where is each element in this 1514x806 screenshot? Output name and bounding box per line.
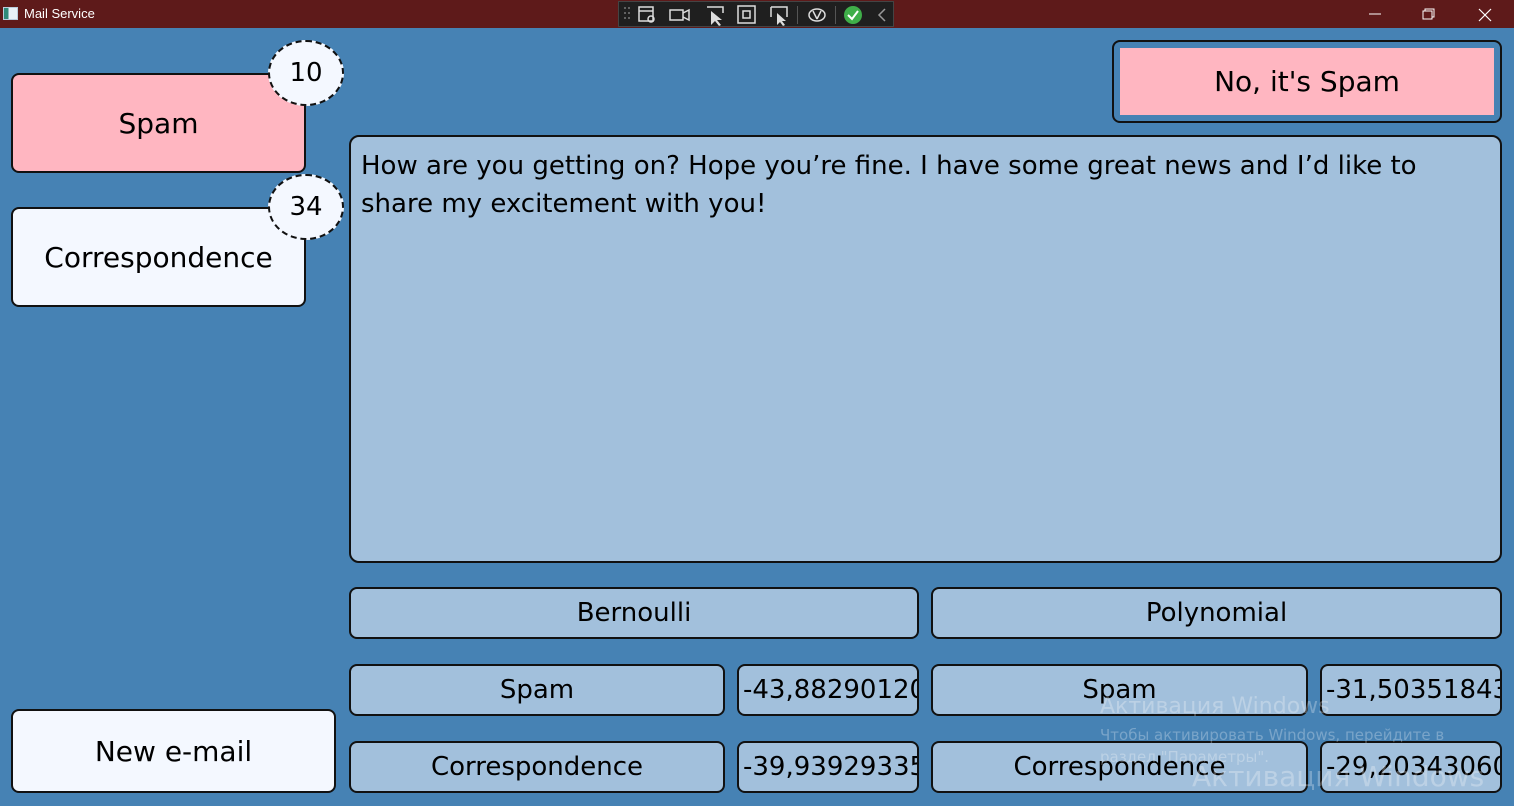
title-bar: Mail Service [0, 0, 1514, 28]
activation-watermark-title: Активация Windows [1100, 694, 1330, 719]
bernoulli-correspondence-score-cell: -39,93929335 [737, 741, 919, 793]
window-title: Mail Service [24, 6, 95, 21]
new-email-label: New e-mail [94, 734, 253, 768]
message-text: How are you getting on? Hope you’re fine… [361, 151, 1417, 219]
message-body[interactable]: How are you getting on? Hope you’re fine… [349, 135, 1502, 563]
app-icon [3, 7, 18, 20]
collapse-chevron-icon[interactable] [875, 5, 889, 25]
bernoulli-spam-score-cell: -43,88290120 [737, 664, 919, 716]
restore-icon [1422, 8, 1435, 20]
minimize-button[interactable] [1348, 0, 1402, 28]
polynomial-header-label: Polynomial [1145, 598, 1288, 628]
bernoulli-header[interactable]: Bernoulli [349, 587, 919, 639]
spam-count: 10 [289, 58, 323, 88]
activation-watermark-subtitle: Чтобы активировать Windows, перейдите в [1100, 726, 1445, 744]
close-button[interactable] [1458, 0, 1512, 28]
xaml-debug-toolbar [618, 1, 894, 27]
category-correspondence-button[interactable]: Correspondence [11, 207, 306, 307]
new-email-button[interactable]: New e-mail [11, 709, 336, 793]
verdict-frame: No, it's Spam [1112, 40, 1502, 123]
bernoulli-header-label: Bernoulli [576, 598, 692, 628]
bernoulli-correspondence-label: Correspondence [430, 752, 644, 782]
live-visual-tree-icon[interactable] [637, 5, 657, 25]
bernoulli-spam-label: Spam [499, 675, 575, 705]
select-element-icon[interactable] [705, 5, 727, 27]
category-spam-button[interactable]: Spam [11, 73, 306, 173]
polynomial-spam-score: -31,50351843 [1326, 675, 1502, 705]
polynomial-spam-score-cell: -31,50351843 [1320, 664, 1502, 716]
binding-failures-icon[interactable] [806, 5, 828, 25]
track-focus-icon[interactable] [769, 5, 791, 27]
spam-count-badge: 10 [268, 40, 344, 106]
correspondence-count: 34 [289, 192, 323, 222]
correspondence-count-badge: 34 [268, 174, 344, 240]
toolbar-grip-icon [624, 7, 630, 19]
display-layout-adorners-icon[interactable] [737, 5, 757, 25]
activation-watermark-title-large: Активация Windows [1192, 760, 1485, 793]
category-spam-label: Spam [118, 106, 199, 140]
minimize-icon [1369, 13, 1381, 15]
bernoulli-correspondence-score: -39,93929335 [743, 752, 919, 782]
category-correspondence-label: Correspondence [44, 240, 273, 274]
hot-reload-ok-icon[interactable] [843, 5, 863, 25]
not-spam-toggle-button[interactable]: No, it's Spam [1120, 48, 1494, 115]
verdict-label: No, it's Spam [1214, 65, 1400, 98]
polynomial-header[interactable]: Polynomial [931, 587, 1502, 639]
restore-button[interactable] [1402, 0, 1456, 28]
record-icon[interactable] [669, 5, 691, 25]
bernoulli-spam-score: -43,88290120 [743, 675, 919, 705]
close-icon [1478, 8, 1492, 22]
bernoulli-spam-label-cell: Spam [349, 664, 725, 716]
bernoulli-correspondence-label-cell: Correspondence [349, 741, 725, 793]
